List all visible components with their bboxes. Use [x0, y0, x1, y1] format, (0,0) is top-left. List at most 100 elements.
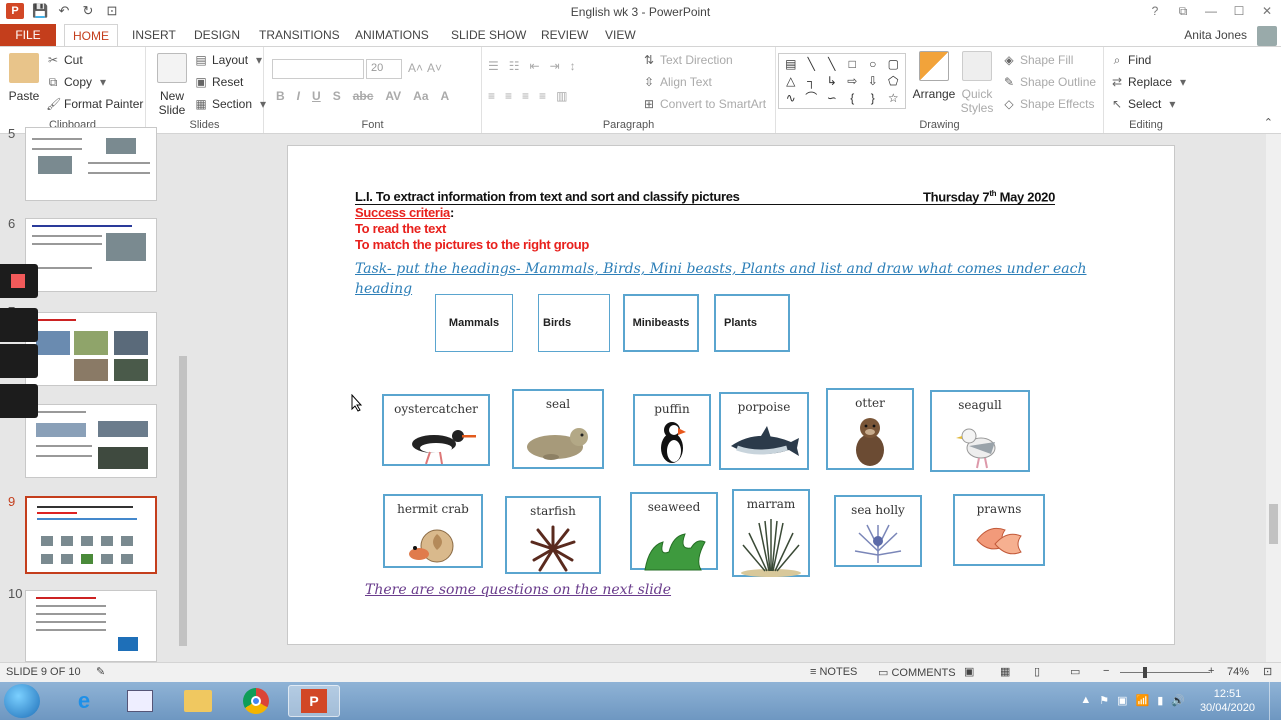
align-left-icon[interactable]: ≡: [488, 89, 495, 103]
battery-icon[interactable]: ▮: [1157, 694, 1163, 707]
fit-slide-icon[interactable]: ⊡: [1263, 665, 1272, 678]
line-shape-icon[interactable]: ╲: [822, 56, 842, 72]
slide-sorter-icon[interactable]: ▦: [1000, 665, 1010, 678]
brace-right-icon[interactable]: }: [863, 90, 883, 106]
tab-animations[interactable]: ANIMATIONS: [347, 24, 437, 46]
align-right-icon[interactable]: ≡: [522, 89, 529, 103]
heading-box-birds[interactable]: Birds: [538, 294, 610, 352]
overlay-button[interactable]: [0, 344, 38, 378]
picture-card-otter[interactable]: otter: [826, 388, 914, 470]
shapes-gallery[interactable]: ▤ ╲ ╲ □ ○ ▢ △ ┐ ↳ ⇨ ⇩ ⬠ ∿ ⌒ ∽{} ☆: [778, 53, 906, 109]
tab-review[interactable]: REVIEW: [533, 24, 596, 46]
taskbar-powerpoint[interactable]: P: [288, 685, 340, 717]
strikethrough-icon[interactable]: abc: [353, 89, 374, 103]
rounded-rect-shape-icon[interactable]: ▢: [884, 56, 904, 72]
text-direction-button[interactable]: ⇅ Text Direction: [642, 53, 733, 67]
taskbar-chrome[interactable]: [230, 685, 282, 717]
align-text-button[interactable]: ⇳ Align Text: [642, 75, 712, 89]
shadow-icon[interactable]: S: [333, 89, 341, 103]
elbow-arrow-icon[interactable]: ↳: [822, 73, 842, 89]
arc-shape-icon[interactable]: ⌒: [802, 90, 822, 106]
help-button[interactable]: ?: [1141, 0, 1169, 22]
shape-outline-button[interactable]: ✎ Shape Outline: [1002, 75, 1096, 89]
select-button[interactable]: ↖ Select ▾: [1110, 97, 1179, 111]
numbering-icon[interactable]: ☷: [509, 59, 520, 73]
picture-card-porpoise[interactable]: porpoise: [719, 392, 809, 470]
underline-icon[interactable]: U: [312, 89, 321, 103]
increase-indent-icon[interactable]: ⇥: [550, 59, 560, 73]
minimize-button[interactable]: —: [1197, 0, 1225, 22]
reset-button[interactable]: ▣ Reset: [194, 75, 243, 89]
heading-box-minibeasts[interactable]: Minibeasts: [623, 294, 699, 352]
rectangle-shape-icon[interactable]: □: [843, 56, 863, 72]
show-hidden-icons[interactable]: ▲: [1080, 694, 1091, 707]
thumbnails-scroll-thumb[interactable]: [179, 356, 187, 646]
down-arrow-shape-icon[interactable]: ⇩: [863, 73, 883, 89]
overlay-button[interactable]: [0, 308, 38, 342]
network-flag-icon[interactable]: ⚑: [1099, 694, 1109, 707]
tab-file[interactable]: FILE: [0, 24, 56, 46]
slide-thumbnail-7[interactable]: [25, 312, 157, 386]
bullets-icon[interactable]: ☰: [488, 59, 499, 73]
reading-view-icon[interactable]: ▯: [1034, 665, 1040, 678]
cut-button[interactable]: ✂ Cut: [46, 53, 83, 67]
picture-card-sea-holly[interactable]: sea holly: [834, 495, 922, 567]
picture-card-hermit-crab[interactable]: hermit crab: [383, 494, 483, 568]
record-overlay-button[interactable]: [0, 264, 38, 298]
zoom-slider[interactable]: [1120, 672, 1210, 673]
tab-design[interactable]: DESIGN: [186, 24, 248, 46]
taskbar-file-explorer[interactable]: [172, 685, 224, 717]
replace-button[interactable]: ⇄ Replace ▾: [1110, 75, 1190, 89]
user-name[interactable]: Anita Jones: [1184, 28, 1247, 42]
spellcheck-icon[interactable]: ✎: [96, 665, 105, 678]
taskbar-app[interactable]: [114, 685, 166, 717]
task-instruction[interactable]: Task- put the headings- Mammals, Birds, …: [355, 259, 1095, 299]
notes-button[interactable]: ≡ NOTES: [810, 666, 857, 678]
character-spacing-icon[interactable]: AV: [385, 89, 401, 103]
maximize-button[interactable]: ☐: [1225, 0, 1253, 22]
italic-icon[interactable]: I: [297, 89, 300, 103]
shape-effects-button[interactable]: ◇ Shape Effects: [1002, 97, 1094, 111]
security-icon[interactable]: ▣: [1117, 694, 1127, 707]
find-button[interactable]: ⌕ Find: [1110, 53, 1152, 67]
copy-button[interactable]: ⧉ Copy ▾: [46, 75, 110, 89]
triangle-shape-icon[interactable]: △: [781, 73, 801, 89]
close-button[interactable]: ✕: [1253, 0, 1281, 22]
picture-card-seal[interactable]: seal: [512, 389, 604, 469]
picture-card-seaweed[interactable]: seaweed: [630, 492, 718, 571]
arrange-button[interactable]: Arrange: [913, 51, 955, 101]
right-arrow-shape-icon[interactable]: ⇨: [843, 73, 863, 89]
format-painter-button[interactable]: 🖌 Format Painter: [46, 97, 143, 111]
line-shape-icon[interactable]: ╲: [802, 56, 822, 72]
curve-shape-icon[interactable]: ∿: [781, 90, 801, 106]
slide-thumbnail-9[interactable]: [25, 496, 157, 574]
line-spacing-icon[interactable]: ↕: [570, 59, 576, 73]
slide-thumbnail-5[interactable]: [25, 127, 157, 201]
success-criteria-heading[interactable]: Success criteria:: [355, 205, 454, 220]
next-slide-note[interactable]: There are some questions on the next sli…: [365, 582, 671, 598]
learning-intention[interactable]: L.I. To extract information from text an…: [355, 189, 1055, 205]
slide-scroll-thumb[interactable]: [1269, 504, 1278, 544]
ribbon-display-button[interactable]: ⧉: [1169, 0, 1197, 22]
elbow-connector-icon[interactable]: ┐: [802, 73, 822, 89]
heading-box-mammals[interactable]: Mammals: [435, 294, 513, 352]
slide-canvas[interactable]: L.I. To extract information from text an…: [287, 145, 1175, 645]
criteria-item[interactable]: To match the pictures to the right group: [355, 237, 589, 252]
decrease-indent-icon[interactable]: ⇤: [530, 59, 540, 73]
star-shape-icon[interactable]: ☆: [884, 90, 904, 106]
columns-icon[interactable]: ▥: [556, 89, 567, 103]
slide-thumbnail-8[interactable]: [25, 404, 157, 478]
volume-icon[interactable]: 🔊: [1171, 694, 1185, 707]
justify-icon[interactable]: ≡: [539, 89, 546, 103]
slideshow-view-icon[interactable]: ▭: [1070, 665, 1080, 678]
slide-thumbnail-6[interactable]: [25, 218, 157, 292]
zoom-in-icon[interactable]: +: [1208, 665, 1214, 677]
taskbar-clock[interactable]: 12:51 30/04/2020: [1200, 687, 1255, 715]
curved-connector-icon[interactable]: ∽: [822, 90, 842, 106]
wifi-icon[interactable]: 📶: [1136, 694, 1150, 707]
change-case-icon[interactable]: Aa: [413, 89, 428, 103]
align-center-icon[interactable]: ≡: [505, 89, 512, 103]
avatar[interactable]: [1257, 26, 1277, 46]
section-button[interactable]: ▦ Section ▾: [194, 97, 270, 111]
font-name-combo[interactable]: [272, 59, 364, 79]
